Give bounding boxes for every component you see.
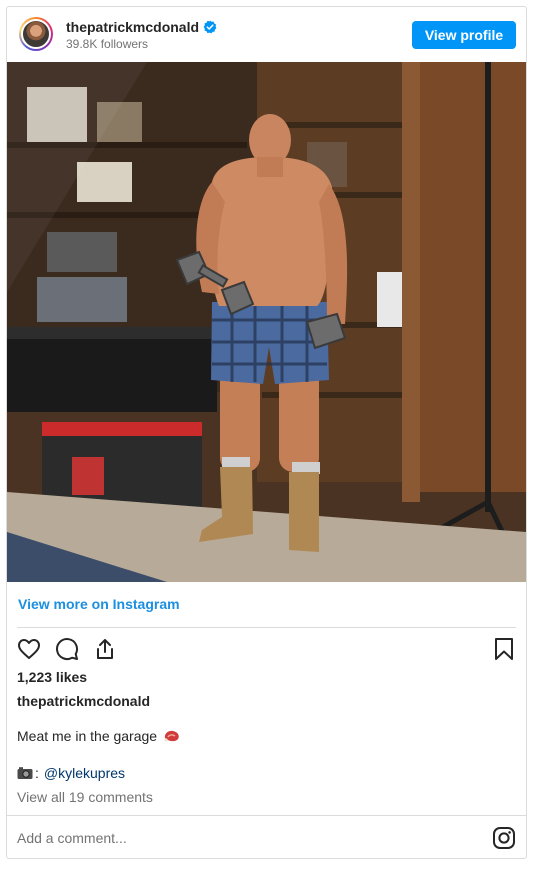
post-image[interactable] [7,62,526,582]
credit-prefix: : [35,765,39,781]
instagram-embed-card: thepatrickmcdonald 39.8K followers View … [6,6,527,859]
bookmark-icon[interactable] [492,637,516,661]
divider [17,627,516,628]
avatar[interactable] [19,17,53,51]
comment-icon[interactable] [55,637,79,661]
comment-input[interactable] [17,826,457,850]
username[interactable]: thepatrickmcdonald [66,19,199,35]
view-profile-button[interactable]: View profile [412,21,516,49]
verified-badge-icon [203,20,217,34]
follower-count: 39.8K followers [66,37,149,51]
caption-username[interactable]: thepatrickmcdonald [17,693,150,709]
meat-icon [163,729,181,743]
caption-text: Meat me in the garage [17,728,158,744]
camera-icon [17,766,33,780]
share-icon[interactable] [93,637,117,661]
caption: Meat me in the garage [17,728,181,744]
credit-mention-link[interactable]: @kylekupres [44,765,125,781]
photo-credit: : @kylekupres [17,765,125,781]
view-comments-link[interactable]: View all 19 comments [17,789,153,805]
comment-bar [7,815,526,858]
like-count[interactable]: 1,223 likes [17,669,87,685]
heart-icon[interactable] [17,637,41,661]
action-bar [17,637,516,661]
view-more-link[interactable]: View more on Instagram [18,596,180,612]
username-row: thepatrickmcdonald [66,19,217,35]
post-header: thepatrickmcdonald 39.8K followers View … [7,7,526,62]
instagram-icon[interactable] [492,826,516,850]
